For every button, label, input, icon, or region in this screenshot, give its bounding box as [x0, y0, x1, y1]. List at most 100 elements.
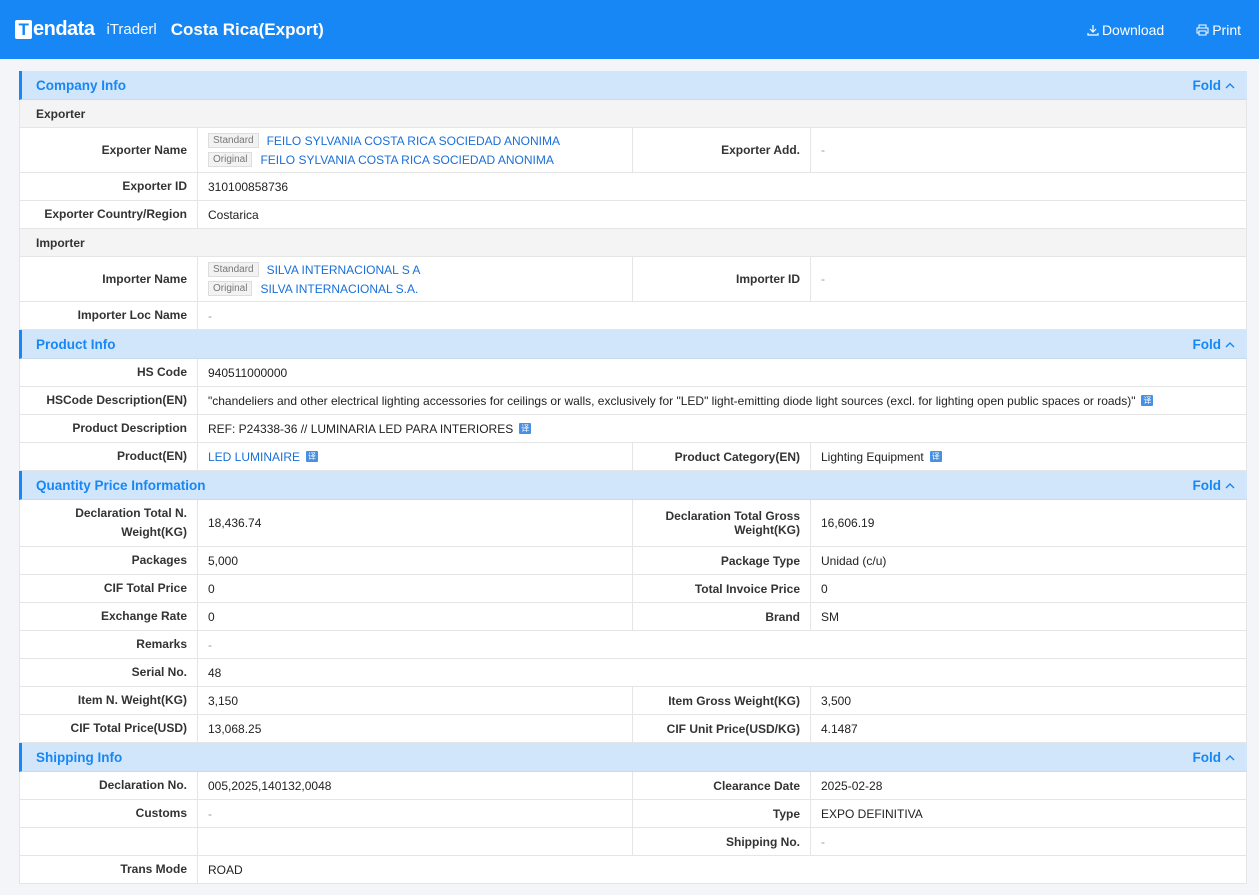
product-category-value: Lighting Equipment 译: [811, 443, 1246, 470]
product-fold-button[interactable]: Fold: [1193, 337, 1236, 352]
cif-unit-value: 4.1487: [821, 721, 858, 736]
empty-value: [198, 828, 633, 855]
print-label: Print: [1212, 21, 1241, 38]
product-desc-text: REF: P24338-36 // LUMINARIA LED PARA INT…: [208, 421, 514, 436]
translate-icon[interactable]: 译: [519, 423, 532, 434]
empty-label: [20, 828, 198, 855]
importer-loc-row: Importer Loc Name -: [19, 302, 1247, 330]
print-button[interactable]: Print: [1196, 22, 1241, 38]
customs-row: Customs - Type EXPO DEFINITIVA: [19, 800, 1247, 828]
declaration-no-label: Declaration No.: [20, 772, 198, 799]
chevron-up-icon: [1225, 482, 1235, 488]
gross-weight-value: 16,606.19: [821, 516, 875, 530]
item-gross-label: Item Gross Weight(KG): [633, 687, 811, 714]
clearance-date-value: 2025-02-28: [821, 778, 883, 793]
download-label: Download: [1101, 21, 1165, 38]
exporter-id-row: Exporter ID 310100858736: [19, 173, 1247, 201]
exporter-add-label: Exporter Add.: [633, 128, 811, 172]
shipping-info-title: Shipping Info: [36, 749, 123, 765]
exchange-value: 0: [198, 603, 633, 630]
product-en-row: Product(EN) LED LUMINAIRE 译 Product Cate…: [19, 443, 1247, 471]
item-weight-row: Item N. Weight(KG) 3,150 Item Gross Weig…: [19, 687, 1247, 715]
shipping-info-header: Shipping Info Fold: [19, 743, 1247, 772]
importer-name-standard-link[interactable]: SILVA INTERNACIONAL S A: [267, 263, 421, 277]
chevron-up-icon: [1225, 82, 1235, 88]
packages-row: Packages 5,000 Package Type Unidad (c/u): [19, 547, 1247, 575]
exporter-country-label: Exporter Country/Region: [20, 201, 198, 228]
quantity-info-title: Quantity Price Information: [36, 477, 206, 493]
weight-row: Declaration Total N. Weight(KG) 18,436.7…: [19, 500, 1247, 547]
itrader-label: iTraderl: [106, 21, 157, 38]
brand-value: SM: [821, 609, 839, 624]
original-tag: Original: [208, 281, 253, 296]
type-label: Type: [633, 800, 811, 827]
exporter-country-row: Exporter Country/Region Costarica: [19, 201, 1247, 229]
invoice-label: Total Invoice Price: [633, 575, 811, 602]
exchange-brand-row: Exchange Rate 0 Brand SM: [19, 603, 1247, 631]
translate-icon[interactable]: 译: [929, 451, 942, 462]
type-value: EXPO DEFINITIVA: [821, 806, 923, 821]
shipping-no-value: -: [821, 834, 825, 849]
remarks-label: Remarks: [20, 631, 198, 658]
product-info-title: Product Info: [36, 336, 116, 352]
importer-subheader: Importer: [19, 229, 1247, 257]
customs-label: Customs: [20, 800, 198, 827]
declaration-row: Declaration No. 005,2025,140132,0048 Cle…: [19, 772, 1247, 800]
company-info-title: Company Info: [36, 77, 126, 93]
importer-name-value: Standard SILVA INTERNACIONAL S A Original…: [198, 257, 633, 301]
gross-weight-label: Declaration Total Gross Weight(KG): [633, 500, 811, 546]
serial-row: Serial No. 48: [19, 659, 1247, 687]
exporter-subheader: Exporter: [19, 100, 1247, 128]
hs-desc-text: "chandeliers and other electrical lighti…: [208, 393, 1136, 408]
importer-loc-value: -: [208, 308, 212, 323]
invoice-value: 0: [821, 581, 828, 596]
exporter-name-label: Exporter Name: [20, 128, 198, 172]
hs-desc-row: HSCode Description(EN) "chandeliers and …: [19, 387, 1247, 415]
brand-name: endata: [33, 18, 95, 40]
item-net-label: Item N. Weight(KG): [20, 687, 198, 714]
exporter-id-label: Exporter ID: [20, 173, 198, 200]
item-gross-value: 3,500: [821, 693, 852, 708]
brand-label: Brand: [633, 603, 811, 630]
top-bar: Tendata iTraderl Costa Rica(Export) Down…: [0, 0, 1259, 59]
product-category-text: Lighting Equipment: [821, 449, 924, 464]
chevron-up-icon: [1225, 754, 1235, 760]
product-category-label: Product Category(EN): [633, 443, 811, 470]
quantity-fold-button[interactable]: Fold: [1193, 478, 1236, 493]
translate-icon[interactable]: 译: [1141, 395, 1154, 406]
product-desc-label: Product Description: [20, 415, 198, 442]
cif-usd-value: 13,068.25: [198, 715, 633, 742]
packages-label: Packages: [20, 547, 198, 574]
cif-usd-row: CIF Total Price(USD) 13,068.25 CIF Unit …: [19, 715, 1247, 743]
shipping-no-row: Shipping No. -: [19, 828, 1247, 856]
exporter-name-original-link[interactable]: FEILO SYLVANIA COSTA RICA SOCIEDAD ANONI…: [260, 153, 553, 167]
importer-name-row: Importer Name Standard SILVA INTERNACIONA…: [19, 257, 1247, 302]
package-type-label: Package Type: [633, 547, 811, 574]
net-weight-label: Declaration Total N. Weight(KG): [20, 500, 198, 546]
clearance-date-label: Clearance Date: [633, 772, 811, 799]
shipping-no-label: Shipping No.: [633, 828, 811, 855]
exporter-name-standard-link[interactable]: FEILO SYLVANIA COSTA RICA SOCIEDAD ANONI…: [267, 134, 560, 148]
cif-invoice-row: CIF Total Price 0 Total Invoice Price 0: [19, 575, 1247, 603]
brand-logo: Tendata: [15, 18, 95, 41]
product-desc-value: REF: P24338-36 // LUMINARIA LED PARA INT…: [198, 415, 1246, 442]
importer-id-label: Importer ID: [633, 257, 811, 301]
hs-desc-label: HSCode Description(EN): [20, 387, 198, 414]
product-desc-row: Product Description REF: P24338-36 // LU…: [19, 415, 1247, 443]
importer-id-value: -: [821, 272, 825, 286]
exporter-name-value: Standard FEILO SYLVANIA COSTA RICA SOCIED…: [198, 128, 633, 172]
product-en-link[interactable]: LED LUMINAIRE: [208, 450, 300, 464]
translate-icon[interactable]: 译: [306, 451, 319, 462]
chevron-up-icon: [1225, 341, 1235, 347]
standard-tag: Standard: [208, 262, 259, 277]
exporter-name-row: Exporter Name Standard FEILO SYLVANIA COS…: [19, 128, 1247, 173]
importer-name-original-link[interactable]: SILVA INTERNACIONAL S.A.: [260, 282, 418, 296]
exporter-add-value: -: [821, 143, 825, 157]
download-button[interactable]: Download: [1087, 22, 1164, 38]
cif-total-label: CIF Total Price: [20, 575, 198, 602]
company-fold-button[interactable]: Fold: [1193, 78, 1236, 93]
remarks-value: -: [208, 637, 212, 652]
shipping-fold-button[interactable]: Fold: [1193, 750, 1236, 765]
fold-label: Fold: [1192, 77, 1222, 93]
item-net-value: 3,150: [198, 687, 633, 714]
